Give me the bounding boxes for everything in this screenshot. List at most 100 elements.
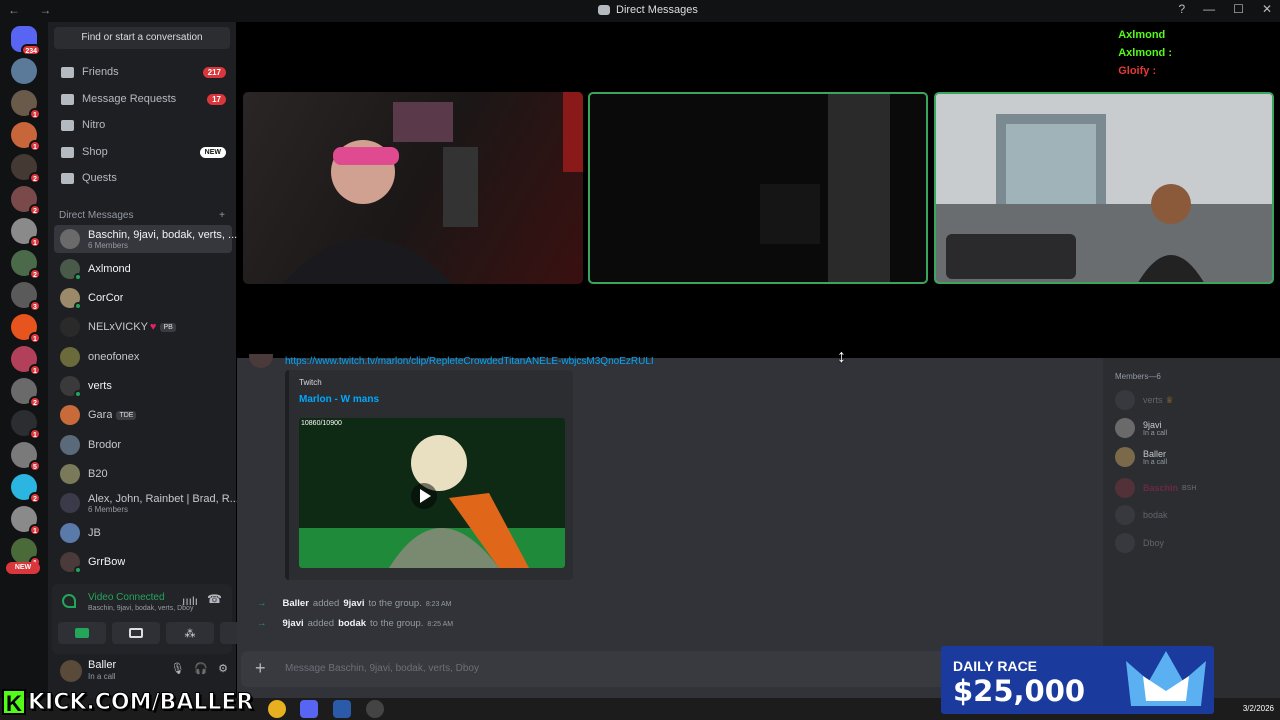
requests-count: 17 bbox=[207, 93, 226, 105]
member-item[interactable]: Baschin BSH bbox=[1115, 478, 1196, 498]
server-icon[interactable]: 1 bbox=[11, 538, 41, 568]
activities-button[interactable]: ⁂ bbox=[166, 622, 214, 644]
user-avatar[interactable] bbox=[60, 660, 82, 682]
screen-share-button[interactable] bbox=[112, 622, 160, 644]
server-icon[interactable]: 2 bbox=[11, 250, 41, 280]
avatar bbox=[60, 347, 80, 367]
dm-item-verts[interactable]: verts bbox=[54, 372, 232, 400]
dm-name: GrrBow bbox=[88, 556, 126, 568]
member-item[interactable]: Baller In a call bbox=[1115, 447, 1167, 467]
server-badge: 1 bbox=[29, 236, 41, 248]
server-icon[interactable]: 1 bbox=[11, 506, 41, 536]
target-name[interactable]: bodak bbox=[338, 618, 366, 629]
window-title-text: Direct Messages bbox=[616, 4, 698, 16]
server-icon[interactable]: 1 bbox=[11, 218, 41, 248]
server-icon[interactable]: 3 bbox=[11, 282, 41, 312]
new-pill[interactable]: NEW bbox=[6, 562, 40, 574]
kick-overlay: K KICK.COM/BALLER bbox=[2, 686, 254, 718]
avatar bbox=[60, 259, 82, 281]
embed-title[interactable]: Marlon - W mans bbox=[299, 394, 379, 405]
nav-quests[interactable]: Quests bbox=[54, 165, 230, 191]
close-button[interactable]: ✕ bbox=[1262, 2, 1272, 16]
attach-plus-icon[interactable]: + bbox=[255, 658, 266, 679]
disconnect-icon[interactable]: ☎ bbox=[207, 592, 222, 606]
title-bar: ← → Direct Messages ? — ☐ ✕ bbox=[0, 0, 1280, 22]
server-icon[interactable]: 2 bbox=[11, 378, 41, 408]
window-title: Direct Messages bbox=[598, 4, 698, 16]
history-nav[interactable]: ← → bbox=[8, 3, 59, 17]
server-icon[interactable]: 1 bbox=[11, 346, 41, 376]
minimize-button[interactable]: — bbox=[1203, 2, 1215, 16]
voice-channel[interactable]: Baschin, 9javi, bodak, verts, Dboy bbox=[88, 605, 193, 612]
dm-item-jb[interactable]: JB bbox=[54, 519, 232, 547]
microphone-icon[interactable]: 🎙 bbox=[170, 662, 184, 675]
server-icon[interactable] bbox=[11, 58, 37, 84]
dm-item-corcor[interactable]: CorCor bbox=[54, 284, 232, 312]
dm-item-brodor[interactable]: Brodor bbox=[54, 431, 232, 459]
clip-counter: 10860/10900 bbox=[301, 420, 342, 427]
server-icon[interactable]: 2 bbox=[11, 474, 41, 504]
member-item[interactable]: Dboy bbox=[1115, 533, 1164, 553]
server-icon[interactable]: 1 bbox=[11, 90, 41, 120]
target-name[interactable]: 9javi bbox=[343, 598, 364, 609]
message-avatar bbox=[249, 354, 273, 368]
discord-home-icon[interactable]: 234 bbox=[11, 26, 41, 56]
dm-item-oneofonex[interactable]: oneofonex bbox=[54, 343, 232, 371]
online-status bbox=[74, 390, 82, 398]
resize-cursor-icon: ↕ bbox=[837, 346, 846, 366]
dm-item-axlmond[interactable]: Axlmond bbox=[54, 255, 232, 283]
dm-name: CorCor bbox=[88, 292, 124, 304]
dm-name: JB bbox=[88, 527, 101, 539]
server-icon[interactable]: 5 bbox=[11, 442, 41, 472]
member-item[interactable]: 9javi In a call bbox=[1115, 418, 1167, 438]
server-badge: 5 bbox=[29, 460, 41, 472]
discord-server-icon[interactable]: 1 bbox=[11, 410, 41, 440]
obs-icon[interactable] bbox=[366, 700, 384, 718]
dm-item-nelxvicky[interactable]: NELxVICKY ♥ PB bbox=[54, 313, 232, 341]
dm-item-group-alex[interactable]: Alex, John, Rainbet | Brad, R... 6 Membe… bbox=[54, 489, 239, 517]
dm-item-group-baschin[interactable]: Baschin, 9javi, bodak, verts, ... 6 Memb… bbox=[54, 225, 237, 253]
nav-message-requests[interactable]: Message Requests 17 bbox=[54, 86, 230, 112]
dm-name: Axlmond bbox=[88, 263, 131, 275]
maximize-button[interactable]: ☐ bbox=[1233, 2, 1244, 16]
clan-tag: TDE bbox=[116, 410, 137, 420]
member-name: 9javi bbox=[1143, 419, 1162, 430]
create-dm-button[interactable]: + bbox=[219, 210, 225, 221]
video-tile-speaking[interactable] bbox=[588, 92, 928, 284]
help-icon[interactable]: ? bbox=[1178, 2, 1185, 16]
server-icon[interactable]: 2 bbox=[11, 154, 41, 184]
dm-item-gara[interactable]: Gara TDE bbox=[54, 401, 232, 429]
avatar bbox=[60, 435, 80, 455]
nav-shop[interactable]: Shop NEW bbox=[54, 139, 230, 165]
member-item[interactable]: verts ♛ bbox=[1115, 390, 1174, 410]
embed-thumbnail[interactable]: 10860/10900 bbox=[299, 418, 565, 568]
dm-item-grrbow[interactable]: GrrBow bbox=[54, 548, 232, 576]
nav-friends[interactable]: Friends 217 bbox=[54, 59, 230, 85]
actor-name[interactable]: Baller bbox=[283, 598, 309, 609]
avatar bbox=[1115, 447, 1135, 467]
server-icon[interactable]: 2 bbox=[11, 186, 41, 216]
noise-suppression-icon[interactable]: ııılı bbox=[182, 594, 198, 608]
discord-taskbar-icon[interactable] bbox=[300, 700, 318, 718]
camera-button[interactable] bbox=[58, 622, 106, 644]
settings-gear-icon[interactable]: ⚙ bbox=[218, 662, 228, 675]
server-icon[interactable]: 1 bbox=[11, 314, 41, 344]
app-taskbar-icon[interactable] bbox=[333, 700, 351, 718]
video-tile-speaking[interactable] bbox=[934, 92, 1274, 284]
search-input[interactable]: Find or start a conversation bbox=[54, 27, 230, 49]
window-controls: ? — ☐ ✕ bbox=[1178, 2, 1272, 16]
video-call-area: Axlmond Axlmond : Gloify : bbox=[237, 22, 1280, 358]
headphones-icon[interactable]: 🎧 bbox=[194, 662, 208, 675]
actor-name[interactable]: 9javi bbox=[283, 618, 304, 629]
chrome-icon[interactable] bbox=[268, 700, 286, 718]
server-badge: 3 bbox=[29, 300, 41, 312]
video-tile[interactable] bbox=[243, 92, 583, 284]
avatar bbox=[60, 317, 80, 337]
nav-nitro[interactable]: Nitro bbox=[54, 112, 230, 138]
server-icon[interactable]: 1 bbox=[11, 122, 41, 152]
member-item[interactable]: bodak bbox=[1115, 505, 1168, 525]
dm-header-label: Direct Messages bbox=[59, 210, 134, 221]
dm-item-b20[interactable]: B20 bbox=[54, 460, 232, 488]
server-badge: 1 bbox=[29, 524, 41, 536]
clip-link[interactable]: https://www.twitch.tv/marlon/clip/Replet… bbox=[285, 356, 654, 367]
